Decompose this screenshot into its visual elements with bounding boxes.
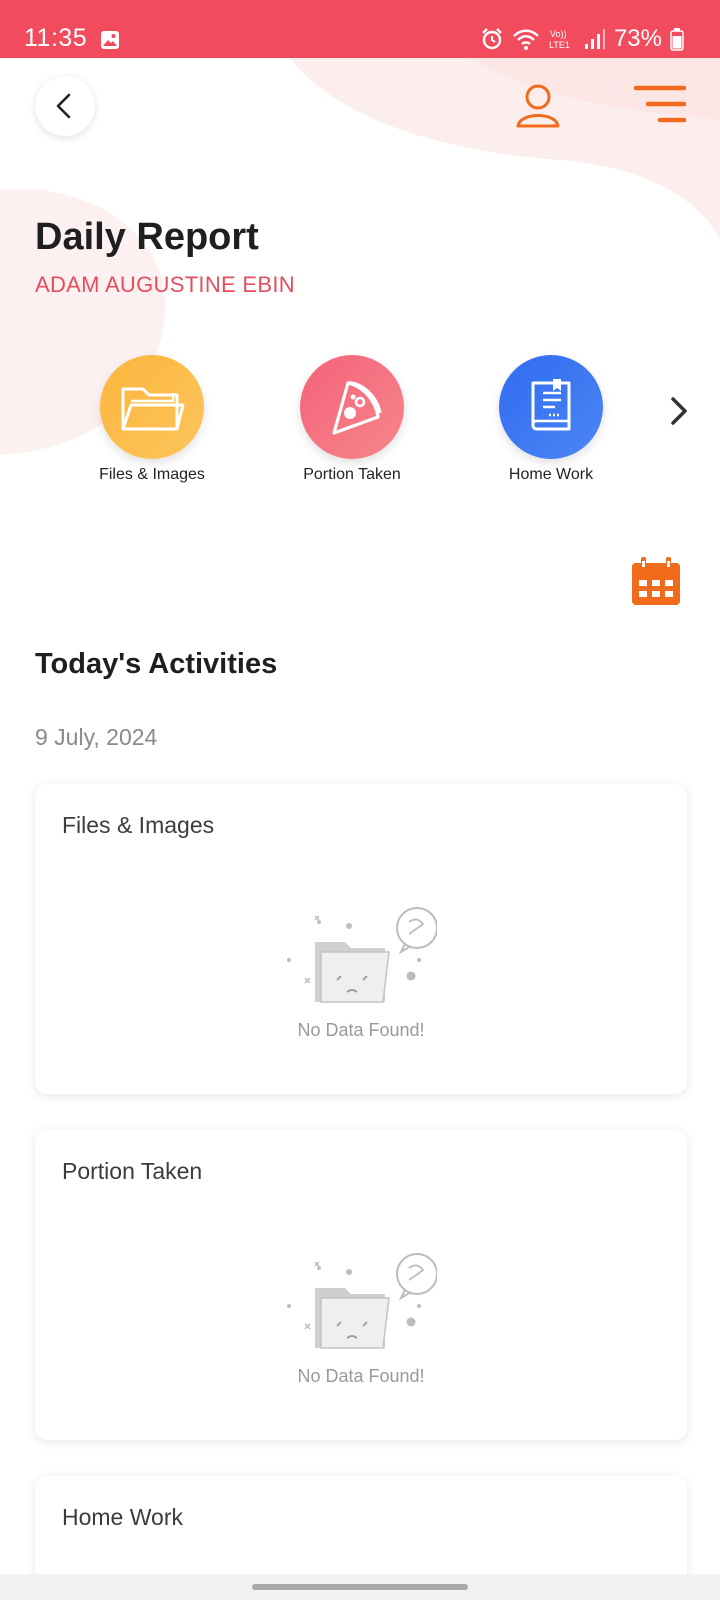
home-indicator[interactable] [252,1584,468,1590]
activity-card-portion-taken: Portion Taken No Data Found! [35,1130,687,1440]
empty-folder-icon [287,1253,437,1349]
alarm-icon [482,28,502,50]
category-row: Files & Images Portion Taken Home Work [0,355,720,485]
section-title: Today's Activities [35,648,278,680]
menu-icon[interactable] [634,84,686,128]
status-time: 11:35 [24,24,88,52]
category-label: Portion Taken [303,466,401,483]
wifi-icon [513,29,539,50]
category-home-work[interactable]: Home Work [471,355,631,484]
student-name: ADAM AUGUSTINE EBIN [35,272,295,297]
category-portion-circle[interactable] [300,355,404,459]
category-label: Files & Images [99,466,205,483]
category-portion-taken[interactable]: Portion Taken [272,355,432,484]
status-bar: 11:35 Vo)) LTE1 73% [0,0,720,58]
category-label: Home Work [508,466,594,483]
activity-card-files-images: Files & Images No Data Found! [35,784,687,1094]
volte-icon: Vo)) LTE1 [549,29,570,50]
book-icon [531,379,571,431]
gallery-icon [101,31,119,49]
status-icons: Vo)) LTE1 73% [480,24,684,54]
card-title: Files & Images [62,812,215,838]
card-title: Portion Taken [62,1158,203,1184]
user-icon[interactable] [512,80,564,132]
empty-state-text: No Data Found! [297,1020,425,1040]
category-files-images[interactable]: Files & Images [72,355,232,484]
calendar-icon[interactable] [630,555,682,607]
activity-date: 9 July, 2024 [35,724,158,750]
signal-icon [584,29,605,49]
system-nav-bar [0,1574,720,1600]
page-title: Daily Report [35,216,259,258]
pizza-slice-icon [332,381,382,435]
empty-folder-icon [287,907,437,1003]
battery-icon [670,28,684,51]
chevron-left-icon [56,93,71,119]
chevron-right-icon[interactable] [662,393,698,429]
svg-text:Vo)): Vo)) [550,29,567,39]
back-button[interactable] [35,76,95,136]
empty-state-text: No Data Found! [297,1366,425,1386]
battery-percent: 73% [613,25,662,52]
svg-text:LTE1: LTE1 [549,40,570,50]
folder-icon [121,387,185,431]
top-bar [0,58,720,158]
card-title: Home Work [62,1504,183,1530]
category-homework-circle[interactable] [499,355,603,459]
category-files-circle[interactable] [100,355,204,459]
